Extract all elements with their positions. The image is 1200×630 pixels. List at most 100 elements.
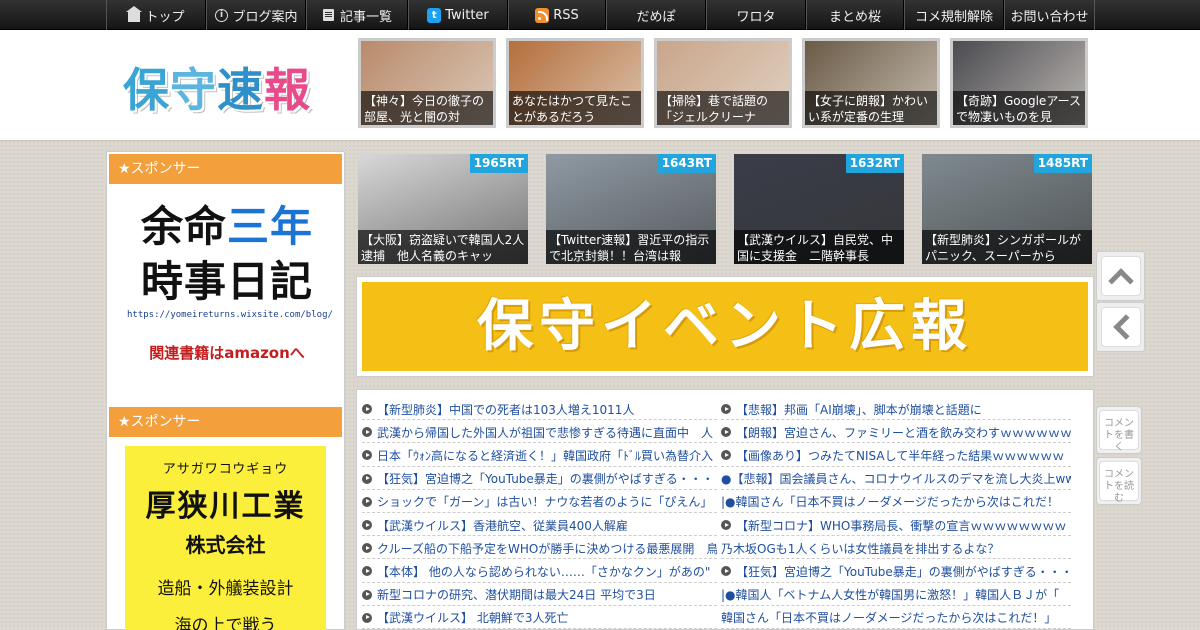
play-bullet-icon [721,427,731,438]
comment-write-button[interactable]: コメントを書く [1096,406,1142,454]
nav-item[interactable]: 記事一覧 [306,0,408,30]
logo-char: 報 [264,63,311,117]
rss-icon [535,7,550,23]
news-item[interactable]: 武漢から帰国した外国人が祖国で悲惨すぎる待遇に直面中 人 [362,420,717,444]
news-item[interactable]: 【新型肺炎】中国での死者は103人増え1011人 [362,397,717,421]
nav-item-label: ワロタ [736,9,776,25]
twitter-icon: t [427,7,442,23]
rt-article[interactable]: 1632RT 【武漢ウイルス】自民党、中国に支援金 二階幹事長 [734,154,904,264]
play-bullet-icon [721,566,731,577]
scroll-top-button[interactable] [1096,251,1145,301]
header-article-thumb[interactable]: 【神々】今日の徹子の部屋、光と闇の対 [358,38,496,128]
event-banner-text: 保守イベント広報 [362,282,1088,371]
top-nav-items: トップ i ブログ案内 記事一覧 t Twitter RSS だめぽ ワロタ まとめ桜 コメ規制解除… [106,0,1095,30]
header-article-thumb[interactable]: 【奇跡】Googleアースで物凄いものを見 [950,38,1088,128]
news-item[interactable]: 【本体】 他の人なら認められない……「さかなクン」があの" [362,559,717,583]
news-item[interactable]: 【悲報】邦画「AI崩壊」、脚本が崩壊と話題に [721,397,1071,421]
news-item-title: 【画像あり】つみたてNISAして半年経った結果ｗｗｗｗｗｗ [736,448,1065,463]
info-icon: i [214,8,228,22]
home-icon [126,5,143,22]
rt-article[interactable]: 1643RT 【Twitter速報】習近平の指示で北京封鎖！！台湾は報 [546,154,716,264]
play-bullet-icon [362,612,372,623]
play-bullet-icon [721,404,731,415]
rt-article[interactable]: 1485RT 【新型肺炎】シンガポールがパニック、スーパーから [922,154,1092,264]
rt-article-caption: 【新型肺炎】シンガポールがパニック、スーパーから [922,230,1092,264]
news-item-title: 【朗報】宮迫さん、ファミリーと酒を飲み交わすｗｗｗｗｗｗ [736,425,1071,440]
document-icon [323,9,335,21]
nav-item[interactable]: お問い合わせ [1004,0,1095,30]
news-item[interactable]: ショックで「ガーン」は古い！ナウな若者のように「ぴえん」 [362,490,717,513]
sponsor-ad-asagawa[interactable]: アサガワコウギョウ 厚狭川工業 株式会社 造船・外艤装設計 海の上で戦う [125,446,326,630]
news-item[interactable]: 韓国さん「日本不買はノーダメージだったから次はこれだ！」 [721,606,1071,629]
header-article-thumb[interactable]: 【女子に朗報】かわいい系が定番の生理 [802,38,940,128]
event-banner[interactable]: 保守イベント広報 [356,276,1094,377]
news-item[interactable]: ●【悲報】国会議員さん、コロナウイルスのデマを流し大炎上ww [721,467,1071,490]
sponsor-heading: ★スポンサー [109,407,342,437]
header-article-caption: 【奇跡】Googleアースで物凄いものを見 [953,91,1085,125]
nav-item[interactable]: t Twitter [408,0,508,30]
news-item[interactable]: |●韓国さん「日本不買はノーダメージだったから次はこれだ！ [721,490,1071,513]
back-button[interactable] [1096,302,1145,352]
nav-item[interactable]: RSS [508,0,606,30]
news-item[interactable]: 【画像あり】つみたてNISAして半年経った結果ｗｗｗｗｗｗ [721,443,1071,467]
nav-item-label: だめぽ [636,9,676,25]
news-item-title: 【新型コロナ】WHO事務局長、衝撃の宣言ｗｗｗｗｗｗｗｗ [736,518,1067,533]
nav-item[interactable]: i ブログ案内 [206,0,306,30]
play-bullet-icon [362,404,372,415]
news-item-title: 【武漢ウイルス】 北朝鮮で3人死亡 [377,611,569,626]
play-bullet-icon [362,520,372,531]
site-logo[interactable]: 保守速報 [123,54,311,120]
play-bullet-icon [362,566,372,577]
ad-url: https://yomeireturns.wixsite.com/blog/ [127,310,333,320]
news-item[interactable]: 乃木坂OGも1人くらいは女性議員を排出するよな？ [721,536,1071,560]
news-item-title: 韓国さん「日本不買はノーダメージだったから次はこれだ！」 [721,611,1057,626]
news-column-right: 【悲報】邦画「AI崩壊」、脚本が崩壊と話題に【朗報】宮迫さん、ファミリーと酒を飲… [721,397,1071,629]
news-item[interactable]: 【武漢ウイルス】 北朝鮮で3人死亡 [362,606,717,629]
twitter-icon: t [427,7,442,23]
news-item-title: 新型コロナの研究、潜伏期間は最大24日 平均で3日 [377,588,656,603]
ad-kana: アサガワコウギョウ [162,462,289,477]
sponsor-ad-yomei[interactable]: 余命三年 時事日記 https://yomeireturns.wixsite.c… [127,200,333,363]
nav-item[interactable]: ワロタ [706,0,806,30]
news-item-title: 【新型肺炎】中国での死者は103人増え1011人 [377,402,635,417]
play-bullet-icon [362,473,372,484]
nav-item-label: RSS [553,7,579,23]
comment-read-button[interactable]: コメントを読む [1096,457,1142,505]
news-column-left: 【新型肺炎】中国での死者は103人増え1011人武漢から帰国した外国人が祖国で悲… [362,397,717,629]
news-item-title: ショックで「ガーン」は古い！ナウな若者のように「ぴえん」 [377,495,713,510]
sidebar: ★スポンサー 余命三年 時事日記 https://yomeireturns.wi… [106,151,345,630]
nav-item[interactable]: トップ [106,0,206,30]
rt-count-badge: 1485RT [1033,154,1092,173]
home-icon [126,5,143,22]
header-article-thumb[interactable]: あなたはかつて見たことがあるだろう [506,38,644,128]
rss-icon [535,7,550,23]
news-item[interactable]: クルーズ船の下船予定をWHOが勝手に決めつける最悪展開 鳥 [362,536,717,560]
news-item[interactable]: 日本「ｳｫﾝ高になると経済逝く！」韓国政府「ﾄﾞﾙ買い為替介入 [362,443,717,467]
ad-amazon-link[interactable]: 関連書籍はamazonへ [127,342,327,363]
nav-item[interactable]: まとめ桜 [806,0,904,30]
news-item[interactable]: 【武漢ウイルス】香港航空、従業員400人解雇 [362,513,717,537]
sponsor-heading: ★スポンサー [109,154,342,184]
ad-company-type: 株式会社 [185,533,266,557]
header-article-thumb[interactable]: 【掃除】巷で話題の「ジェルクリーナ [654,38,792,128]
play-bullet-icon [362,427,372,438]
news-item[interactable]: 【狂気】宮迫博之「YouTube暴走」の裏側がやばすぎる・・・ [362,467,717,490]
nav-item-label: Twitter [445,7,489,23]
news-item-title: 【武漢ウイルス】香港航空、従業員400人解雇 [377,518,628,533]
news-item-title: 【狂気】宮迫博之「YouTube暴走」の裏側がやばすぎる・・・ [377,472,714,487]
nav-item-label: ブログ案内 [232,9,298,25]
play-bullet-icon [362,589,372,600]
news-item[interactable]: 【狂気】宮迫博之「YouTube暴走」の裏側がやばすぎる・・・ [721,559,1071,583]
news-item-title: クルーズ船の下船予定をWHOが勝手に決めつける最悪展開 鳥 [377,541,717,556]
nav-item[interactable]: コメ規制解除 [904,0,1004,30]
news-item[interactable]: 【朗報】宮迫さん、ファミリーと酒を飲み交わすｗｗｗｗｗｗ [721,420,1071,444]
news-item[interactable]: 新型コロナの研究、潜伏期間は最大24日 平均で3日 [362,583,717,606]
news-item[interactable]: 【新型コロナ】WHO事務局長、衝撃の宣言ｗｗｗｗｗｗｗｗ [721,513,1071,537]
rt-article[interactable]: 1965RT 【大阪】窃盗疑いで韓国人2人逮捕 他人名義のキャッ [358,154,528,264]
chevron-left-icon [1112,314,1139,340]
nav-item[interactable]: だめぽ [606,0,706,30]
play-bullet-icon [721,450,731,461]
nav-item-label: トップ [145,9,185,25]
nav-item-label: 記事一覧 [339,9,392,25]
news-item[interactable]: |●韓国人「ベトナム人女性が韓国男に激怒！」韓国人ＢＪが「 [721,583,1071,606]
